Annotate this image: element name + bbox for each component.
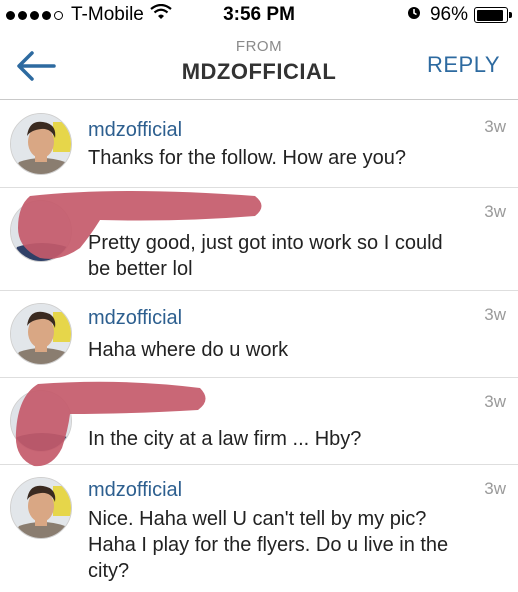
nav-bar: FROM MDZOFFICIAL REPLY [0,30,518,100]
message-text: Nice. Haha well U can't tell by my pic? … [88,508,449,582]
battery-group: 96% [406,4,512,26]
message-time: 3w [484,305,506,324]
message-text: Thanks for the follow. How are you? [88,147,406,169]
profile-photo [11,478,71,538]
avatar[interactable] [10,303,72,365]
avatar[interactable] [10,390,72,452]
profile-photo [11,201,71,261]
battery-icon [474,7,512,23]
message-item[interactable]: mdzofficial Nice. Haha well U can't tell… [0,465,518,591]
battery-nub [509,12,512,18]
message-time: 3w [484,479,506,498]
message-item[interactable]: Pretty good, just got into work so I cou… [0,188,518,291]
reply-button[interactable]: REPLY [427,52,500,78]
message-time: 3w [484,117,506,136]
message-text: Pretty good, just got into work so I cou… [88,232,443,280]
avatar[interactable] [10,113,72,175]
battery-fill [476,9,504,21]
message-list: mdzofficial Thanks for the follow. How a… [0,101,518,591]
avatar[interactable] [10,200,72,262]
profile-photo [11,304,71,364]
status-bar: T-Mobile 3:56 PM 96% [0,0,518,30]
message-username[interactable]: mdzofficial [88,307,182,330]
message-username[interactable]: mdzofficial [88,479,182,502]
message-text: Haha where do u work [88,339,289,361]
message-time: 3w [484,202,506,221]
avatar[interactable] [10,477,72,539]
message-time: 3w [484,392,506,411]
message-username[interactable]: mdzofficial [88,119,182,142]
message-item[interactable]: In the city at a law firm ... Hby? 3w [0,378,518,465]
message-text: In the city at a law firm ... Hby? [88,428,362,450]
message-item[interactable]: mdzofficial Haha where do u work 3w [0,291,518,378]
profile-photo [11,391,71,451]
battery-percent: 96% [429,4,468,25]
profile-photo [11,114,71,174]
alarm-clock-icon [406,4,422,26]
message-item[interactable]: mdzofficial Thanks for the follow. How a… [0,101,518,188]
